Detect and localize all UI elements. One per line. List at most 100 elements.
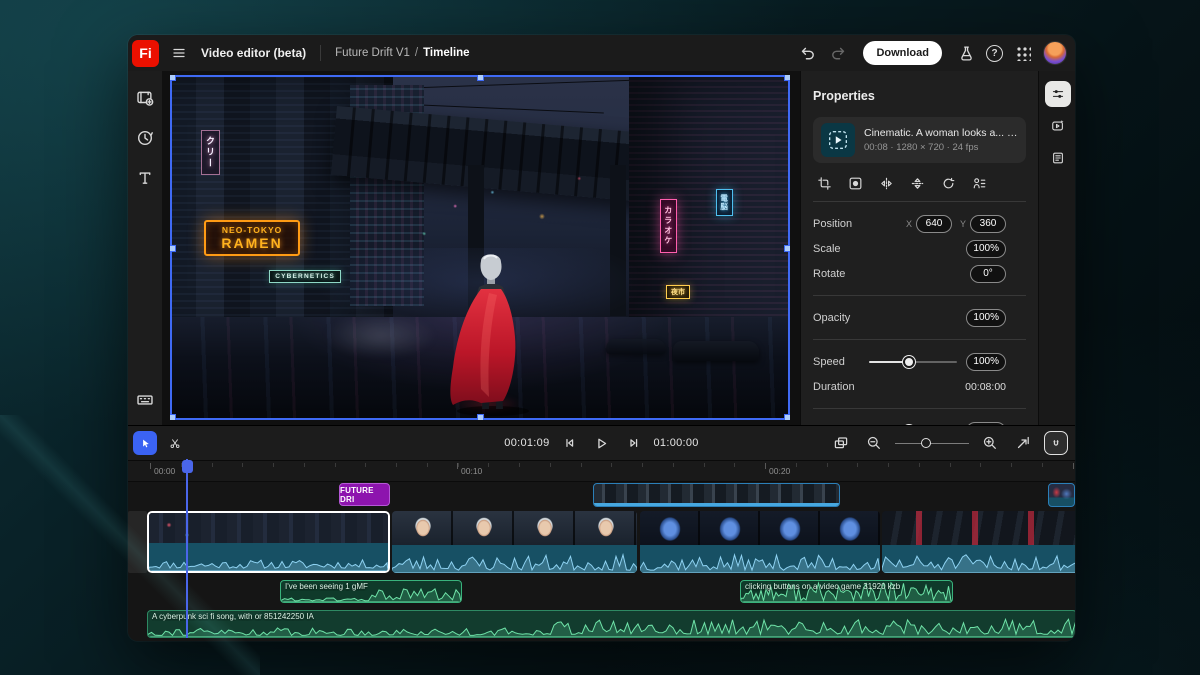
track-gutter (128, 511, 147, 573)
select-tool-button[interactable] (133, 431, 157, 455)
transport-controls: 00:01:09 01:00:00 (504, 426, 698, 460)
speed-input[interactable]: 100% (966, 353, 1006, 371)
editor-upper-region: クリー NEO-TOKYO RAMEN CYBERNETICS カラオケ 電脳 … (128, 71, 1075, 425)
divider (813, 339, 1026, 340)
flip-vertical-button[interactable] (908, 174, 926, 192)
ruler-tick (212, 463, 213, 467)
fit-playhead-icon (1015, 435, 1031, 451)
next-frame-button[interactable] (622, 431, 646, 455)
ruler-tick (950, 463, 951, 467)
add-media-button[interactable] (132, 85, 158, 111)
clip-audio-band (882, 545, 1075, 573)
previous-frame-button[interactable] (558, 431, 582, 455)
ruler-time-label: 00:10 (461, 466, 482, 476)
ruler-time-label: 00:20 (769, 466, 790, 476)
ruler-tick (734, 463, 735, 467)
audio-clip-label: I've been seeing 1 gMF (285, 582, 457, 591)
hamburger-icon (171, 45, 187, 61)
playhead-handle[interactable] (182, 460, 193, 473)
apps-button[interactable] (1011, 41, 1035, 65)
video-preview[interactable]: クリー NEO-TOKYO RAMEN CYBERNETICS カラオケ 電脳 … (170, 75, 790, 420)
fit-timeline-button[interactable] (1011, 431, 1035, 455)
topbar-right: Download ? (795, 41, 1075, 65)
properties-tab-button[interactable] (1045, 81, 1071, 107)
flip-horizontal-icon (879, 176, 894, 191)
flip-horizontal-button[interactable] (877, 174, 895, 192)
ruler-tick (919, 463, 920, 467)
video-sparkle-icon (1051, 118, 1065, 134)
scale-row: Scale 100% (813, 236, 1026, 261)
crop-icon (817, 176, 832, 191)
timeline-tracks: FUTURE DRI I've been seeing (128, 482, 1075, 641)
overlay-video-clip[interactable] (593, 483, 840, 507)
duration-history-button[interactable] (132, 125, 158, 151)
clip-list-tab-button[interactable] (1045, 145, 1071, 171)
zoom-slider-knob[interactable] (921, 438, 931, 448)
clip-thumbnails (882, 511, 1075, 545)
reset-transform-button[interactable] (939, 174, 957, 192)
neon-sign-yellow: 夜市 (666, 285, 690, 299)
redo-button[interactable] (827, 41, 851, 65)
overlay-video-clip-small[interactable] (1048, 483, 1075, 507)
right-rail (1038, 71, 1075, 435)
desktop-background: Fi Video editor (beta) Future Drift V1 /… (0, 0, 1200, 675)
keyboard-shortcuts-button[interactable] (132, 387, 158, 413)
position-x-input[interactable]: 640 (916, 215, 952, 233)
user-avatar[interactable] (1043, 41, 1067, 65)
left-toolbar (128, 71, 162, 425)
ruler-tick (242, 463, 243, 467)
layer-order-button[interactable] (970, 174, 988, 192)
video-clip-woman[interactable] (392, 511, 637, 573)
experiments-button[interactable] (954, 41, 978, 65)
breadcrumb-separator: / (415, 47, 418, 59)
step-back-icon (562, 435, 578, 451)
timeline-ruler[interactable]: 00:0000:1000:2000:30 (128, 461, 1075, 482)
play-icon (593, 435, 610, 452)
divider (813, 201, 1026, 202)
download-button[interactable]: Download (863, 41, 942, 65)
scissors-icon (169, 436, 181, 451)
clip-thumbnails (640, 511, 880, 545)
video-clip-city[interactable] (147, 511, 390, 573)
help-button[interactable]: ? (986, 45, 1003, 62)
zoom-out-button[interactable] (862, 431, 886, 455)
menu-button[interactable] (167, 41, 191, 65)
opacity-input[interactable]: 100% (966, 309, 1006, 327)
title-clip[interactable]: FUTURE DRI (339, 483, 390, 506)
speed-slider-knob[interactable] (903, 356, 915, 368)
x-axis-label: X (906, 219, 912, 229)
ruler-tick (1042, 463, 1043, 467)
divider (813, 295, 1026, 296)
video-clip-cape[interactable] (882, 511, 1075, 573)
audio-clip-sfx[interactable]: clicking buttons on a video game 31920 k… (740, 580, 953, 603)
video-clip-mech[interactable] (640, 511, 880, 573)
ruler-major-tick (1073, 463, 1074, 469)
timeline-zoom-slider[interactable] (895, 437, 969, 449)
track-size-button[interactable] (829, 431, 853, 455)
crop-button[interactable] (815, 174, 833, 192)
firefly-logo[interactable]: Fi (132, 40, 159, 67)
zoom-in-button[interactable] (978, 431, 1002, 455)
rotate-input[interactable]: 0° (970, 265, 1006, 283)
breadcrumb-project[interactable]: Future Drift V1 (335, 47, 410, 59)
clip-audio-band (149, 543, 388, 571)
ruler-tick (396, 463, 397, 467)
speed-slider[interactable] (869, 356, 957, 368)
redo-icon (830, 44, 848, 62)
mask-button[interactable] (846, 174, 864, 192)
play-button[interactable] (590, 431, 614, 455)
snapping-toggle-button[interactable] (1044, 431, 1068, 455)
music-clip[interactable]: A cyberpunk sci fi song, with or 8512422… (147, 610, 1075, 638)
clip-list-icon (1051, 150, 1065, 166)
audio-clip-voiceover[interactable]: I've been seeing 1 gMF (280, 580, 462, 603)
scale-input[interactable]: 100% (966, 240, 1006, 258)
keyboard-icon (136, 391, 154, 409)
undo-button[interactable] (795, 41, 819, 65)
breadcrumb: Future Drift V1 / Timeline (335, 47, 469, 59)
split-tool-button[interactable] (163, 431, 187, 455)
generate-video-tab-button[interactable] (1045, 113, 1071, 139)
selected-clip-card[interactable]: Cinematic. A woman looks a... v.ffgenvid… (813, 117, 1026, 163)
text-tool-button[interactable] (132, 165, 158, 191)
position-y-input[interactable]: 360 (970, 215, 1006, 233)
opacity-label: Opacity (813, 312, 850, 324)
